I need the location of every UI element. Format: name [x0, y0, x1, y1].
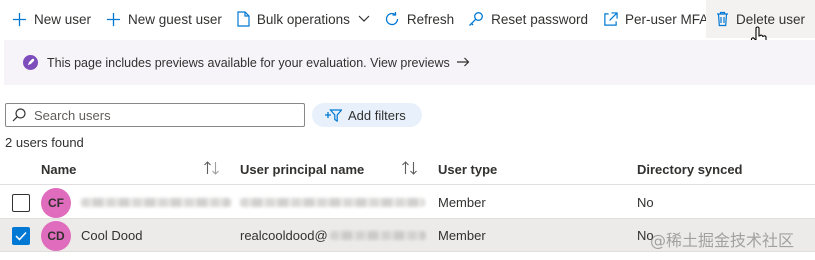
column-header-name[interactable]: Name — [41, 162, 76, 177]
avatar: CD — [41, 221, 71, 251]
user-type-cell: Member — [438, 195, 486, 210]
per-user-mfa-button[interactable]: Per-user MFA — [588, 0, 708, 38]
column-header-directory-synced[interactable]: Directory synced — [637, 162, 743, 177]
refresh-icon — [384, 11, 400, 27]
user-name-link[interactable]: Cool Dood — [81, 228, 142, 243]
search-icon — [12, 108, 26, 122]
row-checkbox[interactable] — [12, 194, 30, 212]
redacted-upn-suffix — [330, 231, 426, 240]
preview-banner[interactable]: This page includes previews available fo… — [4, 40, 815, 85]
directory-synced-cell: No — [637, 195, 654, 210]
arrow-right-icon — [456, 56, 470, 70]
preview-banner-text: This page includes previews available fo… — [47, 55, 450, 70]
reset-password-label: Reset password — [491, 11, 588, 27]
search-input[interactable] — [32, 106, 292, 124]
users-found-count: 2 users found — [5, 135, 84, 150]
refresh-label: Refresh — [406, 11, 455, 27]
new-guest-user-label: New guest user — [128, 11, 222, 27]
external-link-icon — [603, 11, 618, 27]
redacted-name — [81, 198, 231, 207]
upn-cell: realcooldood@ — [240, 228, 328, 243]
delete-user-label: Delete user — [736, 11, 806, 27]
bulk-operations-label: Bulk operations — [256, 11, 350, 27]
per-user-mfa-label: Per-user MFA — [624, 11, 709, 27]
key-icon — [468, 11, 484, 27]
sort-icon[interactable] — [203, 160, 221, 179]
trash-icon — [716, 11, 729, 27]
chevron-down-icon — [358, 15, 370, 23]
search-box — [5, 103, 305, 127]
reset-password-button[interactable]: Reset password — [454, 0, 588, 38]
watermark: @稀土掘金技术社区 — [650, 231, 795, 250]
add-filters-button[interactable]: Add filters — [312, 103, 422, 127]
new-user-button[interactable]: New user — [0, 0, 91, 38]
plus-icon — [12, 12, 27, 27]
document-icon — [237, 11, 250, 27]
new-user-label: New user — [34, 11, 92, 27]
rocket-icon — [23, 55, 38, 70]
column-header-upn[interactable]: User principal name — [240, 162, 364, 177]
add-filters-label: Add filters — [348, 107, 406, 123]
bulk-operations-button[interactable]: Bulk operations — [222, 0, 370, 38]
new-guest-user-button[interactable]: New guest user — [91, 0, 222, 38]
column-header-user-type[interactable]: User type — [438, 162, 497, 177]
user-type-cell: Member — [438, 228, 486, 243]
avatar: CF — [41, 188, 71, 218]
command-bar: New user New guest user Bulk operations … — [0, 0, 815, 38]
redacted-upn — [240, 198, 425, 207]
checkmark-icon — [15, 231, 27, 241]
row-checkbox[interactable] — [12, 227, 30, 245]
plus-icon — [106, 12, 121, 27]
filter-icon — [324, 108, 342, 123]
sort-icon[interactable] — [401, 160, 419, 179]
refresh-button[interactable]: Refresh — [370, 0, 454, 38]
table-row[interactable]: CF Member No — [0, 186, 815, 219]
table-header: Name User principal name User type Direc… — [0, 154, 815, 185]
